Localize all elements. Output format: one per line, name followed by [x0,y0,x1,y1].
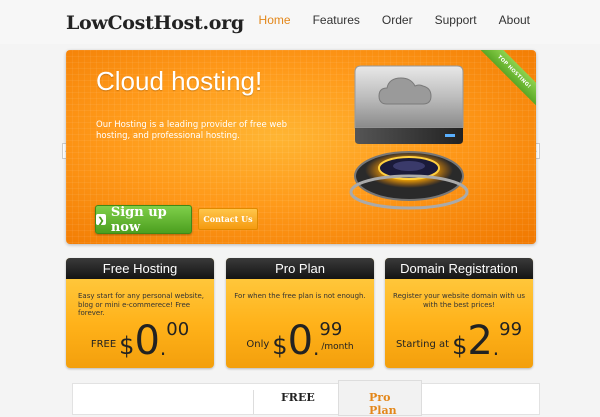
plan-price: Starting at $ 2 . 99 [385,318,533,364]
price-currency: $ [452,332,468,360]
price-dot: . [159,336,167,360]
main-nav: Home Features Order Support About [237,13,530,27]
price-amount: 0 [134,318,160,364]
plan-price: FREE $ 0 . 00 [66,318,214,364]
plan-description: For when the free plan is not enough. [234,292,366,300]
price-label: FREE [90,339,117,350]
price-cents: 99 [499,319,523,340]
column-divider [253,390,254,414]
contact-us-button[interactable]: Contact Us [198,208,258,230]
price-cents: 99 [319,319,343,340]
price-amount: 0 [287,318,314,364]
plan-title: Domain Registration [385,258,533,279]
slide-title: Cloud hosting! [96,66,263,96]
price-label: Only [246,339,270,350]
nav-home[interactable]: Home [237,13,291,27]
plan-card-free[interactable]: Free Hosting Easy start for any personal… [66,258,214,368]
price-amount: 2 [467,318,493,364]
price-label: Starting at [395,339,450,350]
slide-text: Our Hosting is a leading provider of fre… [96,120,287,141]
nav-about[interactable]: About [477,13,530,27]
plan-card-domain[interactable]: Domain Registration Register your websit… [385,258,533,368]
price-currency: $ [119,332,135,360]
sign-up-button[interactable]: ❯ Sign up now [95,204,192,235]
sign-up-label: Sign up now [110,204,167,235]
comparison-table: FREE Pro Plan [72,380,540,417]
column-header-pro-box: Pro Plan [338,380,422,417]
plan-description: Easy start for any personal website, blo… [78,292,204,317]
plan-title: Free Hosting [66,258,214,279]
price-currency: $ [272,332,288,360]
chevron-right-icon: ❯ [96,214,106,225]
nav-support[interactable]: Support [413,13,477,27]
price-fraction: 99 /month [319,319,354,360]
top-hosting-ribbon: TOP HOSTING! [480,50,536,106]
site-header: LowCostHost.org Home Features Order Supp… [0,0,600,44]
hero-slider: Cloud hosting! Our Hosting is a leading … [66,50,536,244]
column-header-free: FREE [281,391,315,404]
site-logo[interactable]: LowCostHost.org [66,12,244,34]
plan-card-pro[interactable]: Pro Plan For when the free plan is not e… [226,258,374,368]
plan-description: Register your website domain with us wit… [393,292,525,309]
pricing-plans: Free Hosting Easy start for any personal… [66,258,536,370]
plan-price: Only $ 0 . 99 /month [226,318,374,364]
cloud-hard-drive-icon [349,65,469,210]
price-cents: 00 [166,319,190,340]
column-header-pro: Pro Plan [369,391,397,417]
price-unit: /month [321,342,354,352]
plan-title: Pro Plan [226,258,374,279]
price-dot: . [492,336,500,360]
nav-features[interactable]: Features [291,13,360,27]
nav-order[interactable]: Order [360,13,413,27]
